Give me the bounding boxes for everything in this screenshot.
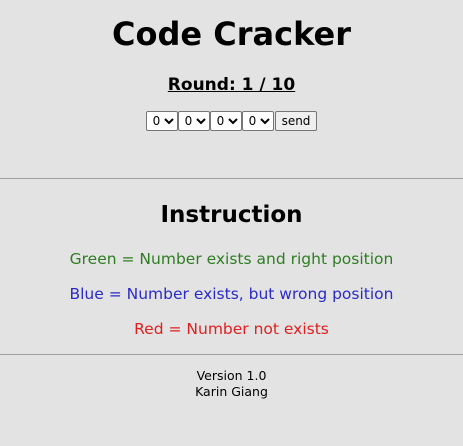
rule-red: Red = Number not exists [134, 320, 329, 338]
divider-bottom [0, 354, 463, 355]
digit-select-2[interactable]: 0123456789 [177, 111, 210, 131]
rule-green: Green = Number exists and right position [69, 250, 394, 268]
divider-top [0, 178, 463, 179]
round-counter: Round: 1 / 10 [167, 75, 296, 95]
digit-select-4[interactable]: 0123456789 [241, 111, 274, 131]
send-button[interactable]: send [274, 111, 318, 131]
author-text: Karin Giang [195, 384, 268, 399]
footer: Version 1.0 Karin Giang [0, 368, 463, 400]
instruction-heading: Instruction [160, 202, 303, 228]
version-text: Version 1.0 [196, 368, 267, 383]
digit-select-1[interactable]: 0123456789 [145, 111, 178, 131]
rule-blue: Blue = Number exists, but wrong position [69, 285, 394, 303]
page-title: Code Cracker [112, 15, 351, 53]
guess-controls: 0123456789 0123456789 0123456789 0123456… [0, 111, 463, 131]
digit-select-3[interactable]: 0123456789 [209, 111, 242, 131]
